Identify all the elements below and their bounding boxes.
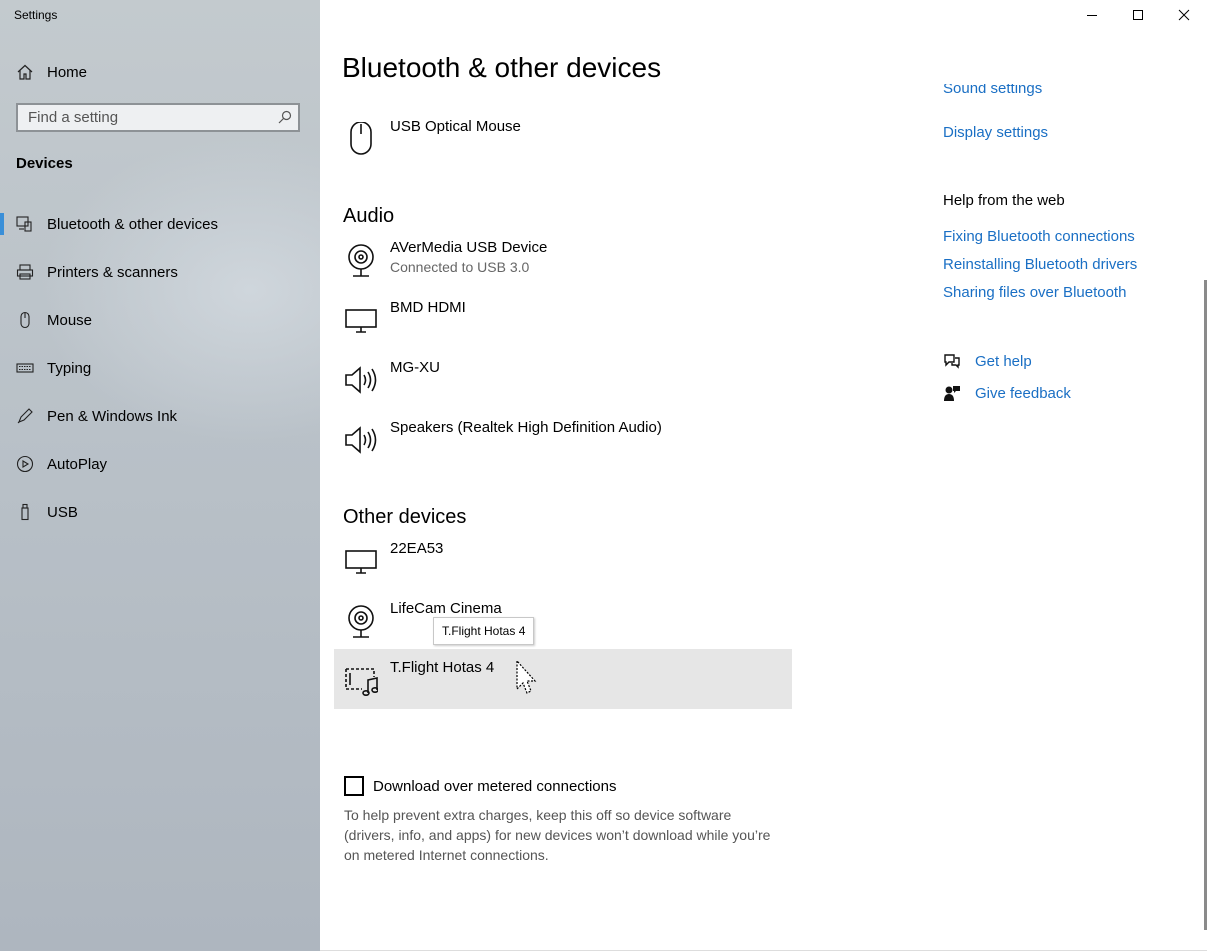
device-name: T.Flight Hotas 4 bbox=[390, 659, 495, 676]
home-label: Home bbox=[47, 63, 88, 81]
device-name: USB Optical Mouse bbox=[390, 118, 521, 135]
device-mg-xu[interactable]: MG-XU bbox=[334, 349, 792, 409]
speaker-icon bbox=[345, 426, 377, 454]
home-icon bbox=[17, 64, 33, 80]
metered-description: To help prevent extra charges, keep this… bbox=[344, 807, 771, 863]
page-title: Bluetooth & other devices bbox=[342, 52, 662, 83]
speaker-icon bbox=[345, 366, 377, 394]
give-feedback-label: Give feedback bbox=[975, 384, 1071, 402]
search-input[interactable] bbox=[18, 105, 268, 130]
sidebar-item-bluetooth[interactable]: Bluetooth & other devices bbox=[0, 200, 320, 248]
monitor-icon bbox=[345, 309, 377, 333]
sound-settings-link[interactable]: Sound settings bbox=[943, 84, 1042, 100]
sidebar-item-autoplay[interactable]: AutoPlay bbox=[0, 440, 320, 488]
close-button[interactable] bbox=[1161, 0, 1207, 30]
sound-settings-label: Sound settings bbox=[943, 84, 1043, 97]
sidebar-item-usb[interactable]: USB bbox=[0, 488, 320, 536]
help-link-sharing-files[interactable]: Sharing files over Bluetooth bbox=[943, 284, 1126, 301]
help-link-fixing-bluetooth[interactable]: Fixing Bluetooth connections bbox=[943, 228, 1135, 245]
sidebar-item-printers[interactable]: Printers & scanners bbox=[0, 248, 320, 296]
device-name: MG-XU bbox=[390, 359, 440, 376]
help-heading: Help from the web bbox=[943, 192, 1065, 209]
display-settings-link[interactable]: Display settings bbox=[943, 124, 1048, 141]
mouse-icon bbox=[350, 122, 372, 155]
monitor-icon bbox=[345, 550, 377, 574]
sidebar-item-typing[interactable]: Typing bbox=[0, 344, 320, 392]
device-name: Speakers (Realtek High Definition Audio) bbox=[390, 419, 662, 436]
sidebar: Settings Home Devices Bluetooth & other … bbox=[0, 0, 320, 951]
sidebar-nav: Bluetooth & other devices Printers & sca… bbox=[0, 200, 320, 536]
window-controls bbox=[1069, 0, 1207, 30]
section-label-devices: Devices bbox=[16, 155, 73, 172]
webcam-icon bbox=[348, 605, 374, 638]
search-box[interactable] bbox=[16, 103, 300, 132]
help-link-reinstalling-drivers[interactable]: Reinstalling Bluetooth drivers bbox=[943, 256, 1137, 273]
give-feedback-link[interactable]: Give feedback bbox=[943, 384, 1071, 402]
chat-help-icon bbox=[944, 354, 960, 369]
device-22ea53[interactable]: 22EA53 bbox=[334, 530, 792, 590]
device-usb-optical-mouse[interactable]: USB Optical Mouse bbox=[334, 108, 792, 168]
device-tflight-hotas-4[interactable]: T.Flight Hotas 4 bbox=[334, 649, 792, 709]
mouse-cursor-icon bbox=[516, 660, 537, 694]
maximize-icon bbox=[1133, 10, 1143, 20]
device-name: 22EA53 bbox=[390, 540, 444, 557]
device-name: LifeCam Cinema bbox=[390, 600, 502, 617]
maximize-button[interactable] bbox=[1115, 0, 1161, 30]
multimedia-device-icon bbox=[345, 668, 378, 696]
printer-icon bbox=[16, 264, 34, 280]
mouse-icon bbox=[20, 311, 30, 329]
pen-icon bbox=[17, 408, 33, 424]
sidebar-item-label: Mouse bbox=[47, 311, 93, 329]
sidebar-item-mouse[interactable]: Mouse bbox=[0, 296, 320, 344]
device-lifecam-cinema[interactable]: LifeCam Cinema bbox=[334, 590, 792, 650]
webcam-icon bbox=[348, 244, 374, 277]
sidebar-item-label: USB bbox=[47, 503, 78, 521]
metered-checkbox[interactable] bbox=[344, 776, 364, 796]
device-bmd-hdmi[interactable]: BMD HDMI bbox=[334, 289, 792, 349]
feedback-icon bbox=[944, 386, 960, 401]
sidebar-item-pen[interactable]: Pen & Windows Ink bbox=[0, 392, 320, 440]
sidebar-item-label: Bluetooth & other devices bbox=[47, 215, 218, 233]
metered-label: Download over metered connections bbox=[373, 777, 617, 795]
sidebar-item-label: Printers & scanners bbox=[47, 263, 178, 281]
autoplay-icon bbox=[16, 455, 34, 473]
sidebar-item-label: Typing bbox=[47, 359, 92, 377]
device-name: AVerMedia USB Device bbox=[390, 239, 548, 256]
device-realtek-speakers[interactable]: Speakers (Realtek High Definition Audio) bbox=[334, 409, 792, 469]
other-devices-heading: Other devices bbox=[343, 506, 467, 528]
close-icon bbox=[1178, 9, 1190, 21]
bluetooth-devices-icon bbox=[16, 216, 32, 232]
device-avermedia[interactable]: AVerMedia USB Device Connected to USB 3.… bbox=[334, 229, 792, 289]
get-help-link[interactable]: Get help bbox=[943, 352, 1032, 370]
sidebar-item-label: AutoPlay bbox=[47, 455, 108, 473]
minimize-icon bbox=[1087, 15, 1097, 16]
audio-heading: Audio bbox=[343, 205, 395, 227]
search-icon[interactable] bbox=[278, 110, 292, 124]
get-help-label: Get help bbox=[975, 352, 1032, 370]
usb-icon bbox=[21, 503, 29, 521]
home-link[interactable]: Home bbox=[16, 60, 87, 84]
device-tooltip: T.Flight Hotas 4 bbox=[433, 617, 535, 645]
window-title: Settings bbox=[14, 8, 58, 22]
minimize-button[interactable] bbox=[1069, 0, 1115, 30]
metered-connection-option[interactable]: Download over metered connections bbox=[344, 776, 616, 796]
device-status: Connected to USB 3.0 bbox=[390, 259, 530, 275]
keyboard-icon bbox=[16, 363, 34, 373]
device-name: BMD HDMI bbox=[390, 299, 466, 316]
sidebar-item-label: Pen & Windows Ink bbox=[47, 407, 178, 425]
